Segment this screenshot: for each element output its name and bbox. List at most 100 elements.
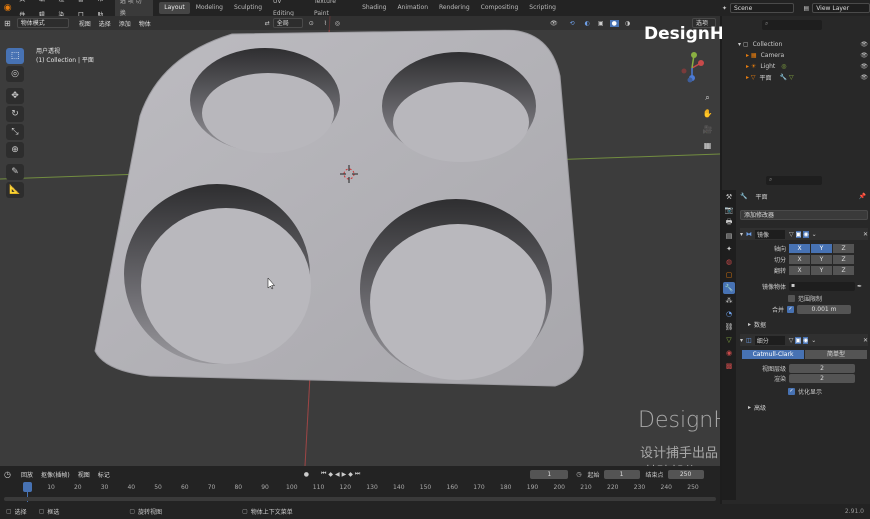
bisect-x-toggle[interactable]: X — [789, 255, 810, 264]
constraints-tab-icon[interactable]: ⛓ — [723, 321, 735, 333]
render-toggle-icon[interactable]: ◉ — [802, 336, 809, 344]
3d-viewport[interactable]: ⊞ 物体模式 视图 选择 添加 物体 ⇄ 全局 ⊙ ⌇ ◎ 👁 ⟲ ◐ ▣ ● … — [0, 16, 720, 466]
view-layer-icon[interactable]: ▤ — [804, 5, 810, 12]
merge-checkbox[interactable]: ✓ — [787, 306, 794, 313]
orientation-icon[interactable]: ⇄ — [265, 20, 270, 27]
view-layer-selector[interactable]: View Layer — [812, 3, 870, 13]
timeline-scrollbar[interactable] — [4, 497, 716, 501]
object-tab-icon[interactable]: ▢ — [723, 269, 735, 281]
tab-shading[interactable]: Shading — [357, 2, 391, 14]
advanced-subpanel[interactable]: ▸ 高级 — [748, 403, 766, 412]
gizmo-toggle-icon[interactable]: ⟲ — [570, 20, 575, 27]
clipping-checkbox[interactable] — [788, 295, 795, 302]
axis-y-toggle[interactable]: Y — [811, 244, 832, 253]
outliner-row-plane[interactable]: ▸ ▽ 平面 🔧 ▽ 👁 — [746, 73, 868, 82]
remove-modifier-icon[interactable]: ✕ — [863, 231, 868, 238]
render-tab-icon[interactable]: 📷 — [723, 204, 735, 216]
tab-animation[interactable]: Animation — [392, 2, 433, 14]
pivot-icon[interactable]: ⊙ — [309, 20, 314, 27]
axis-z-toggle[interactable]: Z — [833, 244, 854, 253]
scene-selector[interactable]: Scene — [730, 3, 794, 13]
optimal-display-checkbox[interactable]: ✓ — [788, 388, 795, 395]
outliner-row-camera[interactable]: ▸ ▦ Camera 👁 — [746, 52, 868, 59]
physics-tab-icon[interactable]: ◔ — [723, 308, 735, 320]
bisect-z-toggle[interactable]: Z — [833, 255, 854, 264]
view-layer-tab-icon[interactable]: ▤ — [723, 230, 735, 242]
playhead[interactable] — [23, 482, 32, 492]
pan-view-icon[interactable]: ✋ — [701, 107, 714, 120]
levels-render-field[interactable]: 2 — [789, 374, 855, 383]
mirror-object-field[interactable]: ▪ — [789, 282, 855, 291]
render-toggle-icon[interactable]: ◉ — [803, 230, 809, 238]
tab-compositing[interactable]: Compositing — [476, 2, 524, 14]
pin-icon[interactable]: 📌 — [859, 193, 866, 200]
rotate-tool[interactable]: ↻ — [6, 106, 24, 122]
axis-x-toggle[interactable]: X — [789, 244, 810, 253]
catmull-clark-button[interactable]: Catmull-Clark — [742, 350, 804, 359]
object-mode-dropdown[interactable]: 物体模式 — [16, 18, 69, 28]
outliner-search[interactable]: ⌕ — [762, 20, 822, 30]
scale-tool[interactable]: ⤡ — [6, 124, 24, 140]
texture-tab-icon[interactable]: ▩ — [723, 360, 735, 372]
proportional-icon[interactable]: ◎ — [335, 20, 340, 27]
zoom-view-icon[interactable]: ⌕ — [701, 91, 714, 104]
outliner-row-collection[interactable]: ▾ ▢ Collection 👁 — [738, 41, 868, 48]
menu-object[interactable]: 物体 — [135, 19, 155, 28]
world-tab-icon[interactable]: ◍ — [723, 256, 735, 268]
cursor-tool[interactable]: ◎ — [6, 66, 24, 82]
subsurf-modifier-header[interactable]: ▾ ◫ 细分 ▽ ▣ ◉ ⌄ ✕ — [740, 334, 868, 346]
select-box-tool[interactable]: ⬚ — [6, 48, 24, 64]
realtime-toggle-icon[interactable]: ▣ — [795, 230, 802, 238]
scene-icon[interactable]: ✦ — [722, 5, 727, 12]
transform-tool[interactable]: ⊕ — [6, 142, 24, 158]
annotate-tool[interactable]: ✎ — [6, 164, 24, 180]
merge-distance-field[interactable]: 0.001 m — [797, 305, 851, 314]
transform-orientation-dropdown[interactable]: 全局 — [272, 18, 303, 28]
visibility-icon[interactable]: 👁 — [550, 20, 558, 27]
camera-view-icon[interactable]: 🎥 — [701, 123, 714, 136]
expand-chevron-icon[interactable]: ▾ — [740, 231, 743, 238]
light-visibility-icon[interactable]: 👁 — [860, 63, 868, 70]
outliner-row-light[interactable]: ▸ ☀ Light ◎ 👁 — [746, 63, 868, 70]
modifier-tab-icon[interactable]: 🔧 — [723, 282, 735, 294]
move-tool[interactable]: ✥ — [6, 88, 24, 104]
flip-y-toggle[interactable]: Y — [811, 266, 832, 275]
particles-tab-icon[interactable]: ⁂ — [723, 295, 735, 307]
tab-modeling[interactable]: Modeling — [191, 2, 228, 14]
flip-x-toggle[interactable]: X — [789, 266, 810, 275]
levels-viewport-field[interactable]: 2 — [789, 364, 855, 373]
editmode-toggle-icon[interactable]: ▽ — [789, 231, 794, 238]
expand-chevron-icon[interactable]: ▾ — [740, 337, 743, 344]
tab-scripting[interactable]: Scripting — [524, 2, 561, 14]
editor-type-icon[interactable]: ⊞ — [4, 19, 11, 28]
scene-tab-icon[interactable]: ✦ — [723, 243, 735, 255]
tool-tab-icon[interactable]: ⚒ — [723, 191, 735, 203]
snap-icon[interactable]: ⌇ — [324, 20, 327, 27]
measure-tool[interactable]: 📐 — [6, 182, 24, 198]
camera-visibility-icon[interactable]: 👁 — [860, 52, 868, 59]
data-tab-icon[interactable]: ▽ — [723, 334, 735, 346]
ortho-toggle-icon[interactable]: ▦ — [701, 139, 714, 152]
subsurf-name-field[interactable]: 细分 — [754, 335, 785, 345]
menu-view[interactable]: 视图 — [75, 19, 95, 28]
shading-options-icon[interactable]: ◑ — [625, 20, 630, 27]
menu-select[interactable]: 选择 — [95, 19, 115, 28]
editmode-toggle-icon[interactable]: ▽ — [789, 337, 794, 344]
properties-search[interactable]: ⌕ — [766, 176, 822, 185]
add-modifier-dropdown[interactable]: 添加修改器 — [740, 210, 868, 220]
realtime-toggle-icon[interactable]: ▣ — [795, 336, 801, 344]
mirror-data-subpanel[interactable]: ▸ 数据 — [748, 320, 766, 329]
mirror-name-field[interactable]: 镜像 — [755, 229, 786, 239]
tab-rendering[interactable]: Rendering — [434, 2, 475, 14]
output-tab-icon[interactable]: 🖶 — [723, 217, 735, 229]
modifier-menu-icon[interactable]: ⌄ — [812, 231, 817, 238]
shading-solid-icon[interactable]: ● — [609, 19, 619, 27]
plane-visibility-icon[interactable]: 👁 — [860, 74, 868, 81]
blender-logo-icon[interactable]: ◉ — [0, 3, 15, 13]
tab-sculpting[interactable]: Sculpting — [229, 2, 267, 14]
eyedropper-icon[interactable]: ✒ — [857, 283, 862, 290]
bisect-y-toggle[interactable]: Y — [811, 255, 832, 264]
simple-button[interactable]: 简单型 — [805, 350, 867, 359]
flip-z-toggle[interactable]: Z — [833, 266, 854, 275]
xray-toggle-icon[interactable]: ▣ — [598, 20, 604, 27]
